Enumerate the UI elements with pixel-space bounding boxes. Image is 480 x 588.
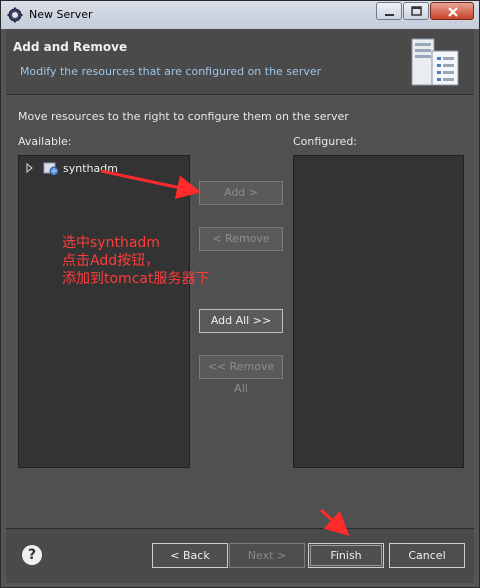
remove-button[interactable]: < Remove bbox=[199, 227, 283, 251]
annotation-line: 添加到tomcat服务器下 bbox=[62, 271, 210, 287]
add-button[interactable]: Add > bbox=[199, 181, 283, 205]
annotation-line: 点击Add按钮， bbox=[62, 253, 160, 269]
page-description: Modify the resources that are configured… bbox=[20, 65, 322, 78]
project-label: synthadm bbox=[63, 161, 118, 175]
wizard-footer: ? < Back Next > Finish Cancel bbox=[6, 529, 474, 583]
wizard-banner: Add and Remove Modify the resources that… bbox=[6, 29, 474, 95]
available-list[interactable]: synthadm bbox=[18, 155, 190, 468]
instruction-annotation: 选中synthadm 点击Add按钮， 添加到tomcat服务器下 bbox=[62, 234, 209, 288]
cancel-button[interactable]: Cancel bbox=[389, 543, 465, 568]
close-button[interactable] bbox=[430, 2, 474, 20]
wizard-content: Move resources to the right to configure… bbox=[6, 96, 474, 528]
close-icon bbox=[448, 7, 458, 17]
minimize-icon bbox=[385, 14, 394, 16]
page-title: Add and Remove bbox=[13, 40, 128, 54]
configured-label: Configured: bbox=[293, 135, 358, 148]
eclipse-gear-icon bbox=[7, 7, 23, 23]
minimize-button[interactable] bbox=[376, 2, 402, 20]
new-server-dialog: New Server Add and Remove Modify the res… bbox=[0, 0, 480, 588]
window-title: New Server bbox=[29, 8, 93, 21]
server-icon bbox=[411, 38, 459, 86]
finish-button[interactable]: Finish bbox=[308, 543, 384, 568]
maximize-button[interactable] bbox=[403, 2, 429, 20]
annotation-line: 选中synthadm bbox=[62, 235, 160, 251]
available-label: Available: bbox=[18, 135, 72, 148]
remove-all-button[interactable]: << Remove All bbox=[199, 355, 283, 395]
maximize-icon bbox=[411, 6, 422, 16]
add-all-button[interactable]: Add All >> bbox=[199, 309, 283, 333]
configured-list[interactable] bbox=[293, 155, 464, 468]
web-project-icon bbox=[43, 162, 59, 176]
title-bar[interactable]: New Server bbox=[1, 1, 479, 29]
expand-arrow-icon[interactable] bbox=[25, 160, 35, 176]
back-button[interactable]: < Back bbox=[152, 543, 228, 568]
instruction-text: Move resources to the right to configure… bbox=[18, 110, 349, 123]
next-button[interactable]: Next > bbox=[229, 543, 305, 568]
help-icon[interactable]: ? bbox=[22, 545, 42, 565]
list-item[interactable]: synthadm bbox=[25, 160, 118, 176]
